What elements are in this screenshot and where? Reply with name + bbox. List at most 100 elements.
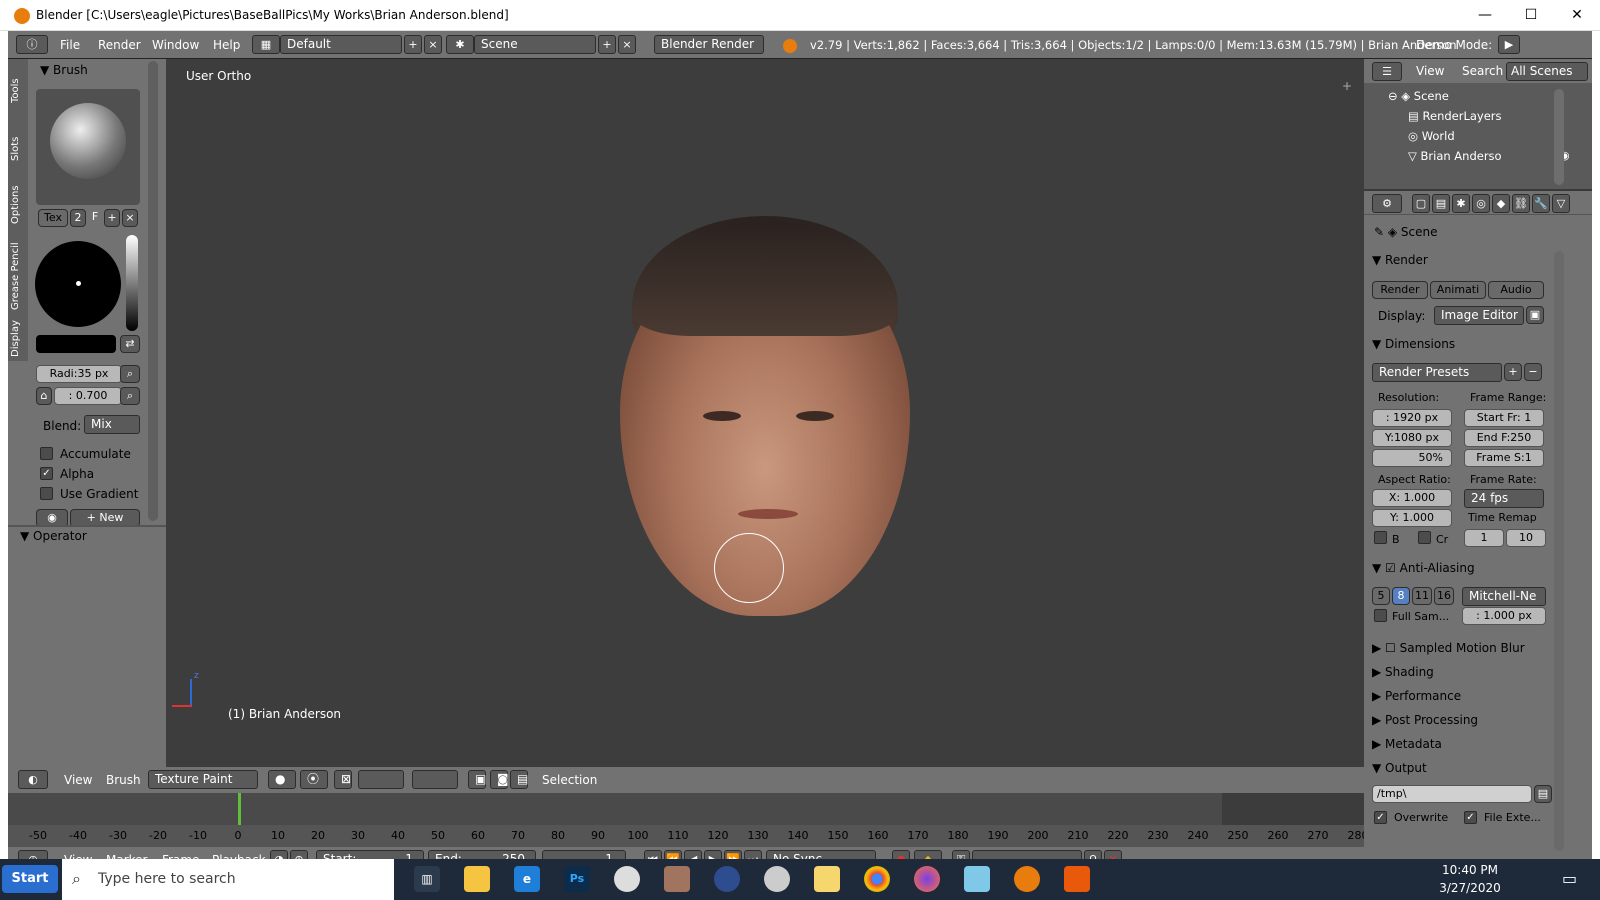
data-context-icon[interactable]: ▽ (1552, 194, 1570, 213)
crop-checkbox[interactable] (1418, 531, 1431, 544)
aspect-x-field[interactable]: X: 1.000 (1372, 489, 1452, 507)
edge-icon[interactable]: e (514, 866, 540, 892)
browse-folder-icon[interactable]: ▤ (1534, 785, 1552, 803)
notepad-icon[interactable] (964, 866, 990, 892)
use-gradient-checkbox[interactable] (40, 487, 53, 500)
anti-aliasing-section[interactable]: ▼ ☑ Anti-Aliasing (1372, 561, 1475, 575)
scene-context-icon[interactable]: ✱ (1452, 194, 1470, 213)
value-slider[interactable] (126, 235, 138, 331)
audio-button[interactable]: Audio (1488, 281, 1544, 299)
outliner-item-scene[interactable]: ⊖ ◈ Scene (1388, 89, 1449, 103)
modifiers-context-icon[interactable]: 🔧 (1532, 194, 1550, 213)
radius-pressure-icon[interactable]: ⌕ (120, 365, 140, 383)
editor-type-outliner-icon[interactable]: ☰ (1372, 62, 1402, 81)
motion-blur-section[interactable]: ▶ ☐ Sampled Motion Blur (1372, 641, 1525, 655)
filter-size-field[interactable]: : 1.000 px (1462, 607, 1546, 625)
display-select[interactable]: Image Editor (1434, 306, 1524, 325)
taskbar-search-box[interactable]: ⌕ Type here to search (62, 859, 394, 900)
performance-section[interactable]: ▶ Performance (1372, 689, 1461, 703)
face-app-icon[interactable] (664, 866, 690, 892)
world-context-icon[interactable]: ◎ (1472, 194, 1490, 213)
remap-new-field[interactable]: 10 (1506, 529, 1546, 547)
screen-layout-field[interactable]: Default (280, 35, 402, 54)
post-processing-section[interactable]: ▶ Post Processing (1372, 713, 1478, 727)
opengl-render-icon[interactable]: ▤ (510, 770, 528, 789)
end-frame-field[interactable]: End F:250 (1464, 429, 1544, 447)
menu-brush[interactable]: Brush (106, 773, 141, 787)
task-view-icon[interactable]: ▥ (414, 866, 440, 892)
radius-field[interactable]: Radi:35 px (36, 365, 122, 383)
render-presets-select[interactable]: Render Presets (1372, 363, 1502, 382)
tex-users[interactable]: 2 (70, 209, 86, 227)
resolution-percent-field[interactable]: 50% (1372, 449, 1452, 467)
layers-context-icon[interactable]: ▤ (1432, 194, 1450, 213)
add-brush-icon[interactable]: + (104, 209, 120, 227)
aa-filter-select[interactable]: Mitchell-Ne (1462, 587, 1546, 606)
viewport-corner-plus-icon[interactable]: + (1342, 79, 1352, 93)
render-engine-select[interactable]: Blender Render (654, 35, 764, 54)
photoshop-icon[interactable]: Ps (564, 866, 590, 892)
metadata-section[interactable]: ▶ Metadata (1372, 737, 1442, 751)
aa-sample-11[interactable]: 11 (1412, 587, 1432, 605)
layers-grid-2[interactable] (412, 770, 458, 789)
baseball-app-icon[interactable] (614, 866, 640, 892)
object-context-icon[interactable]: ◆ (1492, 194, 1510, 213)
render-preview-icon[interactable]: ◙ (490, 770, 509, 789)
alpha-checkbox[interactable]: ✓ (40, 467, 53, 480)
folder-app-icon[interactable] (814, 866, 840, 892)
fake-user-button[interactable]: F (88, 209, 102, 227)
properties-scrollbar[interactable] (1554, 251, 1564, 851)
menu-help[interactable]: Help (213, 38, 240, 52)
aspect-y-field[interactable]: Y: 1.000 (1372, 509, 1452, 527)
shading-section[interactable]: ▶ Shading (1372, 665, 1434, 679)
accumulate-checkbox[interactable] (40, 447, 53, 460)
remove-brush-icon[interactable]: × (122, 209, 138, 227)
brush-preview[interactable] (36, 89, 140, 205)
menu-window[interactable]: Window (152, 38, 199, 52)
render-section[interactable]: ▼ Render (1372, 253, 1428, 267)
tab-tools[interactable]: Tools (10, 63, 26, 119)
strength-lock-icon[interactable]: ⌂ (36, 387, 52, 405)
output-section[interactable]: ▼ Output (1372, 761, 1427, 775)
strength-pressure-icon[interactable]: ⌕ (120, 387, 140, 405)
display-window-icon[interactable]: ▣ (1526, 306, 1544, 324)
current-frame-marker[interactable] (238, 793, 241, 825)
outliner-item-renderlayers[interactable]: ▤ RenderLayers (1408, 109, 1502, 123)
tab-options[interactable]: Options (10, 177, 26, 233)
swap-colors-icon[interactable]: ⇄ (120, 335, 140, 353)
full-sample-checkbox[interactable] (1374, 609, 1387, 622)
blender-taskbar-icon[interactable] (1014, 866, 1040, 892)
outliner-menu-search[interactable]: Search (1462, 64, 1503, 78)
animation-button[interactable]: Animati (1430, 281, 1486, 299)
scene-field[interactable]: Scene (474, 35, 596, 54)
brush-panel-title[interactable]: ▼ Brush (40, 63, 88, 77)
output-path-field[interactable]: /tmp\ (1372, 785, 1532, 803)
file-extension-checkbox[interactable]: ✓ (1464, 811, 1477, 824)
strength-field[interactable]: : 0.700 (54, 387, 122, 405)
editor-type-info-icon[interactable]: ⓘ (16, 35, 48, 54)
outliner-filter-select[interactable]: All Scenes (1506, 62, 1588, 81)
aa-sample-8[interactable]: 8 (1392, 587, 1410, 605)
add-preset-icon[interactable]: + (1504, 363, 1522, 381)
close-button[interactable]: ✕ (1554, 0, 1600, 31)
blend-select[interactable]: Mix (84, 415, 140, 434)
shading-select-icon[interactable]: ● (268, 770, 296, 789)
outliner-scrollbar[interactable] (1554, 89, 1564, 185)
outliner-item-world[interactable]: ◎ World (1408, 129, 1455, 143)
lock-camera-icon[interactable]: ▣ (468, 770, 486, 789)
timeline[interactable]: -50 -40 -30 -20 -10 0 10 20 30 40 50 60 70 80 90 100 110… (8, 793, 1369, 847)
minimize-button[interactable]: — (1462, 0, 1508, 31)
firefox-icon[interactable] (914, 866, 940, 892)
remove-preset-icon[interactable]: − (1524, 363, 1542, 381)
tab-grease-pencil[interactable]: Grease Pencil (10, 239, 26, 313)
mode-select[interactable]: Texture Paint (148, 770, 258, 789)
chrome-icon[interactable] (864, 866, 890, 892)
editor-type-view3d-icon[interactable]: ◐ (18, 770, 48, 789)
maximize-button[interactable]: ☐ (1508, 0, 1554, 31)
tex-button[interactable]: Tex (38, 209, 68, 227)
tool-shelf-scrollbar[interactable] (148, 61, 158, 521)
start-frame-field[interactable]: Start Fr: 1 (1464, 409, 1544, 427)
aa-sample-16[interactable]: 16 (1434, 587, 1454, 605)
constraints-context-icon[interactable]: ⛓ (1512, 194, 1530, 213)
resolution-y-field[interactable]: Y:1080 px (1372, 429, 1452, 447)
